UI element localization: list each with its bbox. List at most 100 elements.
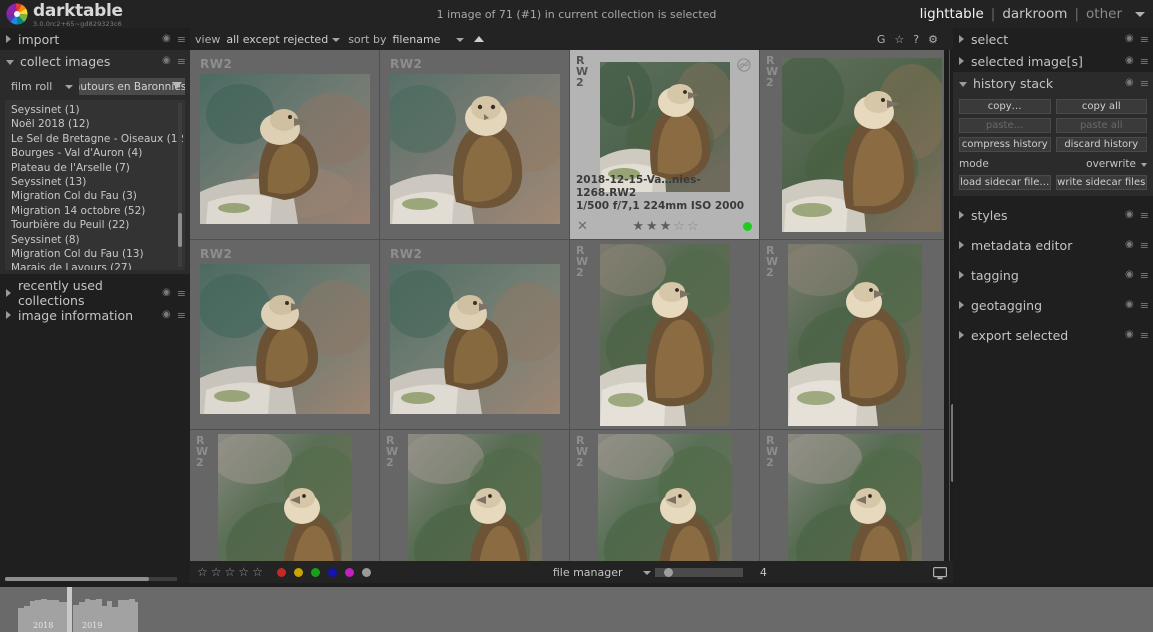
- color-label-dot-1[interactable]: [293, 567, 303, 577]
- global-star-filter[interactable]: ☆ ☆ ☆ ☆ ☆: [197, 566, 263, 578]
- copy-button[interactable]: copy…: [959, 99, 1051, 114]
- thumbnail-cell[interactable]: RW2: [380, 430, 570, 561]
- load-sidecar-file-button[interactable]: load sidecar file…: [959, 175, 1051, 190]
- view-filter-dropdown[interactable]: all except rejected: [226, 33, 341, 46]
- thumbnail-cell-selected[interactable]: RW2 2018-12-15-Va…nies-1268.RW2 1/500 f/…: [570, 50, 760, 240]
- grid-vertical-scrollbar-track[interactable]: [944, 50, 949, 561]
- layout-mode-dropdown[interactable]: file manager: [553, 566, 653, 579]
- reset-icon[interactable]: ◉: [1125, 240, 1134, 250]
- grouping-icon[interactable]: G: [877, 33, 886, 46]
- display-profile-icon[interactable]: [933, 565, 948, 584]
- sidebar-item-recently-used-collections[interactable]: recently used collections ◉ ≡: [0, 278, 190, 308]
- sidebar-item-metadata-editor[interactable]: metadata editor ◉ ≡: [953, 234, 1153, 256]
- list-item[interactable]: Seyssinet (13): [5, 175, 185, 189]
- mode-dropdown[interactable]: overwrite: [1086, 158, 1147, 170]
- star-icon-4[interactable]: ☆: [673, 220, 685, 233]
- reset-icon[interactable]: ◉: [1125, 330, 1134, 340]
- view-lighttable[interactable]: lighttable: [920, 6, 984, 22]
- lighttable-grid[interactable]: RW2 RW2 R W 2 2018-12-15-Va…nies-1268.RW…: [190, 50, 953, 561]
- presets-menu-icon[interactable]: ≡: [1140, 330, 1149, 341]
- list-item[interactable]: Tourbière du Peuil (22): [5, 218, 185, 232]
- star-icon-1[interactable]: ☆: [197, 566, 208, 578]
- compress-history-button[interactable]: compress history: [959, 137, 1051, 152]
- star-icon-3[interactable]: ☆: [225, 566, 236, 578]
- collect-results-list[interactable]: Seyssinet (1) Noël 2018 (12) Le Sel de B…: [5, 100, 185, 270]
- presets-menu-icon[interactable]: ≡: [1140, 270, 1149, 281]
- color-label-dot-4[interactable]: [344, 567, 354, 577]
- paste-button[interactable]: paste…: [959, 118, 1051, 133]
- reset-icon[interactable]: ◉: [1125, 270, 1134, 280]
- timeline-module[interactable]: 2018 2019: [0, 583, 1153, 632]
- write-sidecar-files-button[interactable]: write sidecar files: [1055, 175, 1147, 190]
- presets-menu-icon[interactable]: ≡: [1140, 56, 1149, 67]
- sidebar-item-image-information[interactable]: image information ◉ ≡: [0, 304, 190, 326]
- star-icon-5[interactable]: ☆: [252, 566, 263, 578]
- view-other[interactable]: other: [1086, 6, 1122, 22]
- presets-menu-icon[interactable]: ≡: [177, 56, 186, 67]
- presets-menu-icon[interactable]: ≡: [1140, 78, 1149, 89]
- reset-icon[interactable]: ◉: [162, 288, 171, 298]
- sidebar-item-history-stack[interactable]: history stack ◉ ≡: [953, 72, 1153, 94]
- list-item[interactable]: Migration Col du Fau (13): [5, 247, 185, 261]
- reset-icon[interactable]: ◉: [162, 34, 171, 44]
- overlays-star-icon[interactable]: ☆: [894, 33, 904, 46]
- reset-icon[interactable]: ◉: [1125, 210, 1134, 220]
- thumbnail-cell[interactable]: RW2: [570, 430, 760, 561]
- sort-ascending-icon[interactable]: [474, 36, 485, 42]
- sidebar-item-styles[interactable]: styles ◉ ≡: [953, 204, 1153, 226]
- list-item[interactable]: Marais de Lavours (27): [5, 261, 185, 270]
- collect-list-horizontal-scrollbar-thumb[interactable]: [5, 577, 149, 581]
- help-icon[interactable]: ?: [913, 33, 919, 46]
- sort-by-dropdown[interactable]: filename: [392, 33, 465, 46]
- timeline-histogram[interactable]: 2018 2019: [0, 587, 1153, 632]
- zoom-slider-thumb[interactable]: [663, 567, 673, 577]
- thumbnail-cell[interactable]: RW2: [190, 240, 380, 430]
- zoom-level-slider[interactable]: [654, 567, 743, 577]
- list-item[interactable]: Migration 14 octobre (52): [5, 204, 185, 218]
- collect-search-field[interactable]: autours en Baronnies: [79, 78, 185, 95]
- star-icon-2[interactable]: ☆: [211, 566, 222, 578]
- sidebar-item-collect-images[interactable]: collect images ◉ ≡: [0, 50, 190, 72]
- list-item[interactable]: Noël 2018 (12): [5, 117, 185, 131]
- sidebar-item-selected-images[interactable]: selected image[s] ◉ ≡: [953, 50, 1153, 72]
- reset-icon[interactable]: ◉: [1125, 34, 1134, 44]
- star-icon-1[interactable]: ★: [632, 220, 644, 233]
- star-icon-3[interactable]: ★: [660, 220, 672, 233]
- color-label-buttons[interactable]: [276, 567, 371, 577]
- presets-menu-icon[interactable]: ≡: [1140, 34, 1149, 45]
- reset-icon[interactable]: ◉: [1125, 300, 1134, 310]
- color-label-dot-2[interactable]: [310, 567, 320, 577]
- color-label-dot-3[interactable]: [327, 567, 337, 577]
- reset-icon[interactable]: ◉: [1125, 56, 1134, 66]
- thumbnail-star-rating[interactable]: ★ ★ ★ ☆ ☆: [588, 220, 743, 233]
- reset-icon[interactable]: ◉: [162, 56, 171, 66]
- sidebar-item-export-selected[interactable]: export selected ◉ ≡: [953, 324, 1153, 346]
- thumbnail-cell[interactable]: RW2: [570, 240, 760, 430]
- thumbnail-cell[interactable]: RW2: [380, 50, 570, 240]
- star-icon-2[interactable]: ★: [646, 220, 658, 233]
- sidebar-item-tagging[interactable]: tagging ◉ ≡: [953, 264, 1153, 286]
- sidebar-item-geotagging[interactable]: geotagging ◉ ≡: [953, 294, 1153, 316]
- list-item[interactable]: Seyssinet (8): [5, 233, 185, 247]
- star-icon-4[interactable]: ☆: [238, 566, 249, 578]
- discard-history-button[interactable]: discard history: [1055, 137, 1147, 152]
- color-label-dot-5[interactable]: [361, 567, 371, 577]
- thumbnail-cell[interactable]: RW2: [190, 50, 380, 240]
- list-item[interactable]: Plateau de l'Arselle (7): [5, 161, 185, 175]
- list-item[interactable]: Le Sel de Bretagne - Oiseaux (12): [5, 132, 185, 146]
- chevron-down-icon[interactable]: [1135, 11, 1145, 17]
- thumbnail-cell[interactable]: RW2: [760, 240, 950, 430]
- sidebar-item-import[interactable]: import ◉ ≡: [0, 28, 190, 50]
- presets-menu-icon[interactable]: ≡: [177, 288, 186, 299]
- reset-icon[interactable]: ◉: [1125, 78, 1134, 88]
- star-icon-5[interactable]: ☆: [687, 220, 699, 233]
- thumbnail-cell[interactable]: RW2: [380, 240, 570, 430]
- list-item[interactable]: Bourges - Val d'Auron (4): [5, 146, 185, 160]
- thumbnail-cell[interactable]: RW2: [760, 50, 950, 240]
- list-item[interactable]: Seyssinet (1): [5, 103, 185, 117]
- copy-all-button[interactable]: copy all: [1055, 99, 1147, 114]
- view-darkroom[interactable]: darkroom: [1002, 6, 1067, 22]
- paste-all-button[interactable]: paste all: [1055, 118, 1147, 133]
- thumbnail-cell[interactable]: RW2: [760, 430, 950, 561]
- presets-menu-icon[interactable]: ≡: [177, 34, 186, 45]
